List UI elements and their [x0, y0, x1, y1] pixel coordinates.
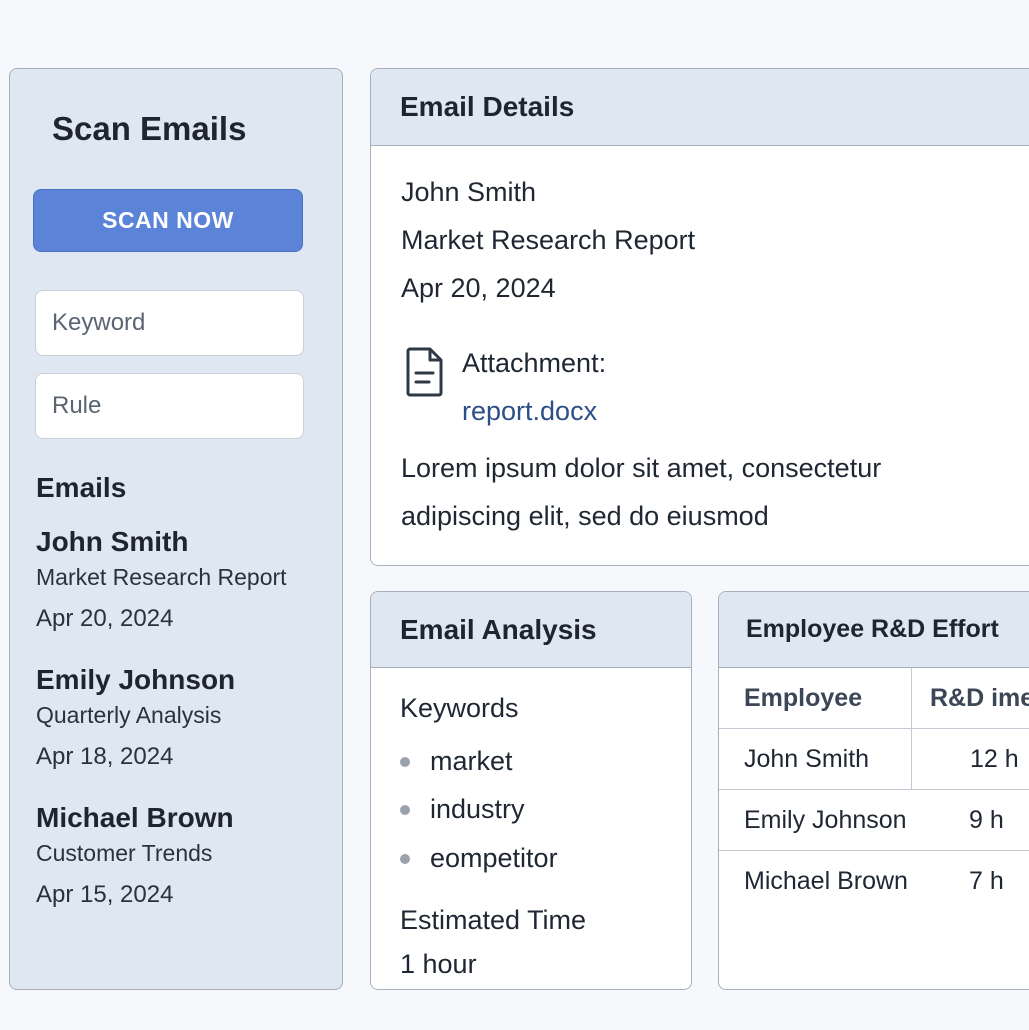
email-details-panel: Email Details John Smith Market Research… — [370, 68, 1029, 566]
sidebar-title: Scan Emails — [52, 110, 247, 147]
detail-date: Apr 20, 2024 — [401, 273, 556, 303]
bullet-icon — [400, 853, 410, 864]
email-details-title: Email Details — [371, 69, 1029, 146]
rd-effort-table: Employee R&D ime John Smith 12 h Emily J… — [719, 668, 1029, 912]
time-cell: 9 h — [969, 806, 1004, 834]
email-body-line: Lorem ipsum dolor sit amet, consectetur — [401, 453, 882, 483]
email-list-item[interactable]: Emily Johnson Quarterly Analysis Apr 18,… — [36, 663, 331, 773]
keywords-heading: Keywords — [400, 693, 519, 723]
time-cell: 12 h — [911, 729, 1029, 790]
rule-input[interactable] — [35, 373, 304, 439]
email-sender: Michael Brown — [36, 802, 234, 833]
attachment-label: Attachment: — [462, 348, 607, 378]
time-cell: 7 h — [969, 867, 1004, 895]
email-date: Apr 18, 2024 — [36, 743, 174, 770]
detail-subject: Market Research Report — [401, 225, 696, 255]
attachment-link[interactable]: report.docx — [462, 396, 597, 427]
employee-cell: Michael Brown — [744, 867, 908, 895]
bullet-icon — [400, 756, 410, 767]
employee-cell: Emily Johnson — [744, 806, 907, 834]
scan-now-button[interactable]: SCAN NOW — [33, 189, 303, 252]
rd-effort-panel: Employee R&D Effort Employee R&D ime Joh… — [718, 591, 1029, 990]
employee-cell: John Smith — [744, 745, 870, 773]
email-date: Apr 15, 2024 — [36, 881, 174, 908]
rd-effort-title: Employee R&D Effort — [719, 592, 1029, 668]
keyword-item: eompetitor — [400, 843, 558, 874]
email-list-item[interactable]: Michael Brown Customer Trends Apr 15, 20… — [36, 801, 331, 911]
keyword-text: industry — [430, 794, 525, 824]
column-header[interactable]: Employee — [744, 668, 862, 729]
email-subject: Market Research Report — [36, 564, 287, 590]
email-body-line: adipiscing elit, sed do eiusmod — [401, 501, 769, 531]
bullet-icon — [400, 804, 410, 815]
keyword-item: industry — [400, 794, 525, 825]
email-sender: Emily Johnson — [36, 664, 236, 695]
column-header[interactable]: R&D ime — [911, 668, 1029, 729]
estimated-time-heading: Estimated Time — [400, 905, 587, 935]
email-subject: Customer Trends — [36, 840, 213, 866]
table-header-row: Employee R&D ime — [719, 668, 1029, 729]
keyword-input[interactable] — [35, 290, 304, 356]
emails-heading: Emails — [36, 472, 127, 503]
email-date: Apr 20, 2024 — [36, 605, 174, 632]
keyword-text: eompetitor — [430, 843, 558, 873]
email-sender: John Smith — [36, 526, 189, 557]
email-analysis-panel: Email Analysis Keywords market industry … — [370, 591, 692, 990]
table-row[interactable]: Emily Johnson 9 h — [719, 790, 1029, 851]
email-subject: Quarterly Analysis — [36, 702, 222, 728]
document-icon — [406, 347, 443, 397]
table-row[interactable]: Michael Brown 7 h — [719, 851, 1029, 912]
keyword-text: market — [430, 746, 513, 776]
email-analysis-title: Email Analysis — [371, 592, 691, 668]
detail-sender: John Smith — [401, 177, 537, 207]
email-list-item[interactable]: John Smith Market Research Report Apr 20… — [36, 525, 331, 635]
keyword-item: market — [400, 746, 513, 777]
estimated-time-value: 1 hour — [400, 949, 477, 979]
table-row[interactable]: John Smith 12 h — [719, 729, 1029, 790]
